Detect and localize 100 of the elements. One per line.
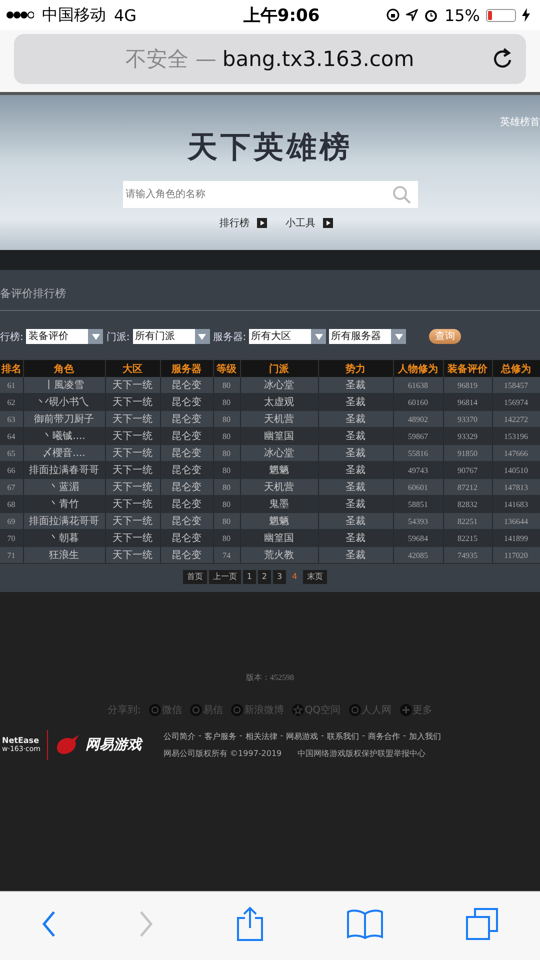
filter-label: 服务器: (212, 330, 246, 344)
battery-icon (486, 8, 516, 22)
table-cell: 昆仑变 (160, 530, 213, 546)
table-cell: 60160 (393, 394, 443, 410)
page-link[interactable]: 3 (273, 570, 286, 584)
table-cell: 140510 (492, 462, 540, 478)
table-cell: 153196 (492, 428, 540, 444)
version-number: 452598 (270, 673, 294, 682)
search-icon[interactable] (392, 185, 412, 205)
table-cell: 丶朝暮 (23, 530, 105, 546)
page-link[interactable]: 首页 (182, 570, 207, 584)
table-cell: 昆仑变 (160, 410, 213, 428)
table-cell: 丨風凌雪 (23, 377, 105, 394)
tabs-icon[interactable] (465, 907, 500, 941)
rotation-lock-icon (386, 8, 400, 22)
filter-label: 行榜: (0, 330, 24, 344)
footer-link[interactable]: 相关法律 (245, 731, 278, 742)
nav-link[interactable]: 小工具 (286, 216, 316, 230)
table-cell: 80 (213, 512, 240, 530)
table-cell: 御前带刀厨子 (23, 410, 105, 428)
table-cell: 丶青竹 (23, 496, 105, 512)
carrier-name: 中国移动 (42, 4, 106, 26)
column-header: 等级 (213, 360, 240, 377)
column-header: 排名 (0, 360, 23, 377)
table-cell: 96819 (443, 377, 492, 394)
dropdown-select[interactable]: 所有门派 (132, 329, 210, 344)
table-cell: 圣裁 (318, 462, 393, 478)
column-header: 服务器 (160, 360, 213, 377)
table-cell: 62 (0, 394, 23, 410)
column-header: 角色 (23, 360, 105, 377)
battery-percentage: 15% (444, 6, 480, 24)
nav-link[interactable]: 排行榜 (220, 216, 250, 230)
table-cell: 昆仑变 (160, 377, 213, 394)
table-cell: 61638 (393, 377, 443, 394)
table-cell: 96814 (443, 394, 492, 410)
table-cell: 天机营 (240, 478, 318, 496)
table-cell: 49743 (393, 462, 443, 478)
footer-link[interactable]: 商务合作 (368, 731, 400, 742)
table-cell: 圣裁 (318, 496, 393, 512)
share-service-icon (148, 704, 161, 716)
footer-link[interactable]: 客户服务 (204, 731, 236, 742)
page-link[interactable]: 1 (242, 570, 256, 584)
footer-link[interactable]: 网易游戏 (286, 731, 318, 742)
table-cell: 天下一统 (105, 410, 160, 428)
table-cell: 80 (213, 530, 240, 546)
table-cell: 昆仑变 (160, 462, 213, 478)
search-field[interactable]: 请输入角色的名称 (122, 181, 418, 208)
table-cell: 141683 (492, 496, 540, 512)
link-separator: - (280, 731, 284, 742)
filter-label: 门派: (106, 330, 130, 344)
table-cell: 158457 (492, 377, 540, 394)
back-icon[interactable] (40, 910, 57, 938)
table-cell: 147813 (492, 478, 540, 496)
share-icon[interactable] (234, 906, 265, 942)
table-cell: 鬼墨 (240, 496, 318, 512)
column-header: 大区 (105, 360, 160, 377)
column-header: 人物修为 (393, 360, 443, 377)
table-cell: 136644 (492, 512, 540, 530)
table-cell: 48902 (393, 410, 443, 428)
bookmarks-icon[interactable] (346, 909, 384, 939)
page-link[interactable]: 4 (288, 570, 302, 584)
table-cell: 魍魉 (240, 512, 318, 530)
footer-link[interactable]: 公司简介 (164, 731, 196, 742)
table-cell: 荒火教 (240, 546, 318, 564)
table-cell: 67 (0, 478, 23, 496)
table-cell: 冰心堂 (240, 377, 318, 394)
table-cell: 天机营 (240, 410, 318, 428)
dropdown-select[interactable]: 所有服务器 (329, 329, 406, 344)
table-cell: 156974 (492, 394, 540, 410)
footer-link[interactable]: 中国网络游戏版权保护联盟举报中心 (298, 748, 426, 759)
share-service-icon (348, 704, 361, 716)
dropdown-caret-icon (198, 334, 206, 340)
table-cell: 54393 (393, 512, 443, 530)
table-cell: 42085 (393, 546, 443, 564)
column-header: 总修为 (492, 360, 540, 377)
table-cell: 幽篁国 (240, 428, 318, 444)
table-cell: 圣裁 (318, 546, 393, 564)
table-cell: 天下一统 (105, 478, 160, 496)
charging-bolt-icon (522, 8, 530, 22)
page-link[interactable]: 上一页 (208, 570, 241, 584)
table-cell: 天下一统 (105, 496, 160, 512)
page-link[interactable]: 2 (258, 570, 271, 584)
share-service-icon (230, 704, 243, 716)
table-cell: 80 (213, 444, 240, 462)
dropdown-select[interactable]: 装备评价 (26, 329, 104, 344)
link-separator: - (402, 731, 406, 742)
table-cell: 71 (0, 546, 23, 564)
column-header: 势力 (318, 360, 393, 377)
link-separator: - (239, 731, 242, 742)
alarm-clock-icon (424, 8, 438, 22)
footer-link[interactable]: 联系我们 (327, 731, 360, 742)
dropdown-select[interactable]: 所有大区 (249, 329, 326, 344)
table-cell: 圣裁 (318, 530, 393, 546)
table-cell: 80 (213, 428, 240, 444)
copyright-text: 网易公司版权所有 ©1997-2019 (164, 748, 282, 759)
table-cell: 80 (213, 478, 240, 496)
table-cell: 魍魉 (240, 462, 318, 478)
page-link[interactable]: 末页 (303, 570, 328, 584)
footer-link[interactable]: 加入我们 (408, 731, 441, 742)
address-bar[interactable]: 不安全 — bang.tx3.163.com (14, 34, 526, 84)
